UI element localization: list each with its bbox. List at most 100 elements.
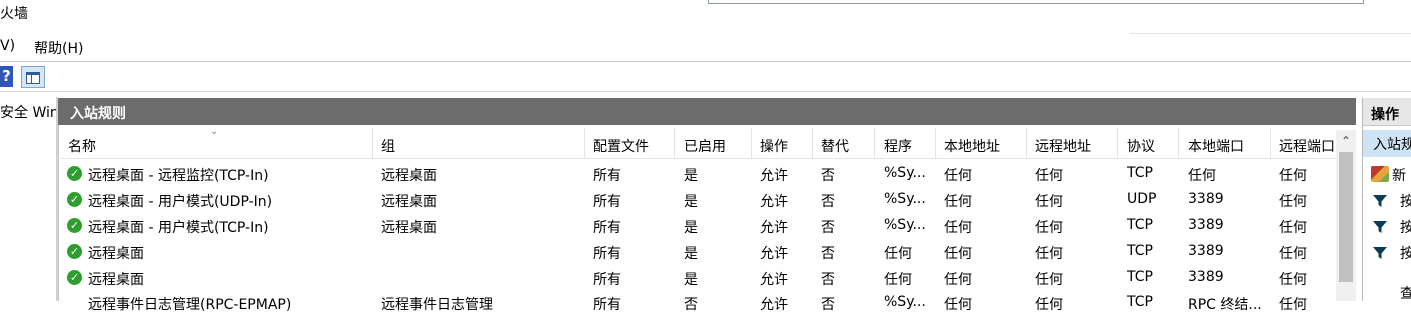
- cell-protocol: TCP: [1127, 294, 1153, 310]
- cell-local-port: 3389: [1188, 269, 1224, 285]
- cell-enabled: 是: [684, 194, 698, 210]
- column-header-program[interactable]: 程序: [884, 136, 912, 156]
- cell-local-port: 3389: [1188, 217, 1224, 233]
- column-header-remote-port[interactable]: 远程端口: [1279, 136, 1336, 156]
- column-header-override[interactable]: 替代: [821, 136, 849, 156]
- cell-group: 远程桌面: [381, 168, 437, 184]
- help-icon[interactable]: ?: [0, 66, 13, 87]
- cell-name[interactable]: 远程事件日志管理(RPC-EPMAP): [88, 294, 291, 314]
- cell-remote-address: 任何: [1035, 220, 1063, 236]
- cell-remote-address: 任何: [1035, 194, 1063, 210]
- cell-local-port: 3389: [1188, 243, 1224, 259]
- actions-section-label[interactable]: 入站规: [1373, 134, 1411, 154]
- column-header-profile[interactable]: 配置文件: [593, 136, 649, 156]
- scrollbar-thumb[interactable]: [1339, 152, 1353, 282]
- cell-enabled: 是: [684, 168, 698, 184]
- column-header-enabled[interactable]: 已启用: [684, 136, 726, 156]
- column-separator[interactable]: [1270, 128, 1271, 159]
- show-hide-console-tree-icon[interactable]: [21, 66, 45, 88]
- cell-name[interactable]: 远程桌面: [88, 269, 144, 289]
- column-header-local-address[interactable]: 本地地址: [944, 136, 1000, 156]
- column-header-local-port[interactable]: 本地端口: [1188, 136, 1244, 156]
- column-separator[interactable]: [751, 128, 752, 159]
- action-new-rule[interactable]: 新: [1392, 165, 1406, 185]
- cell-enabled: 是: [684, 220, 698, 236]
- filter-icon: [1373, 221, 1387, 233]
- search-box[interactable]: [708, 0, 1364, 4]
- menu-view[interactable]: V): [0, 38, 15, 54]
- column-separator[interactable]: [812, 128, 813, 159]
- actions-panel-title: 操作: [1371, 107, 1399, 123]
- cell-action: 允许: [760, 220, 788, 236]
- cell-local-address: 任何: [944, 168, 972, 184]
- cell-action: 允许: [760, 194, 788, 210]
- column-separator[interactable]: [674, 128, 675, 159]
- cell-override: 否: [821, 220, 835, 236]
- column-separator[interactable]: [1117, 128, 1118, 159]
- cell-program: %Sy...: [884, 217, 926, 233]
- cell-local-port: 任何: [1188, 168, 1216, 184]
- cell-name[interactable]: 远程桌面 - 用户模式(UDP-In): [88, 191, 272, 211]
- enabled-check-icon: ✓: [67, 270, 82, 285]
- action-filter-by-group[interactable]: 按: [1400, 243, 1411, 263]
- cell-local-address: 任何: [944, 194, 972, 210]
- menu-help[interactable]: 帮助(H): [34, 38, 83, 58]
- cell-protocol: TCP: [1127, 217, 1153, 233]
- tree-node-firewall-root[interactable]: 安全 Win: [0, 102, 59, 122]
- cell-program: %Sy...: [884, 294, 926, 310]
- cell-group: 远程事件日志管理: [381, 297, 493, 313]
- main-panel-title: 入站规则: [70, 106, 126, 122]
- cell-override: 否: [821, 272, 835, 288]
- cell-enabled: 是: [684, 246, 698, 262]
- cell-remote-port: 任何: [1279, 194, 1307, 210]
- cell-override: 否: [821, 297, 835, 313]
- action-filter-by-state[interactable]: 按: [1400, 217, 1411, 237]
- action-filter-by-profile[interactable]: 按: [1400, 191, 1411, 211]
- scroll-up-arrow-icon[interactable]: ⌃: [1336, 130, 1356, 152]
- enabled-check-icon: ✓: [67, 244, 82, 259]
- cell-override: 否: [821, 168, 835, 184]
- column-header-action[interactable]: 操作: [760, 136, 788, 156]
- window-title: 火墙: [0, 6, 28, 22]
- cell-program: 任何: [884, 272, 912, 288]
- cell-group: 远程桌面: [381, 194, 437, 210]
- filter-icon: [1373, 195, 1387, 207]
- cell-name[interactable]: 远程桌面: [88, 243, 144, 263]
- column-header-group[interactable]: 组: [381, 136, 395, 156]
- cell-action: 允许: [760, 246, 788, 262]
- column-header-protocol[interactable]: 协议: [1127, 136, 1155, 156]
- cell-profile: 所有: [593, 297, 621, 313]
- action-view[interactable]: 查: [1400, 283, 1411, 303]
- column-header-remote-address[interactable]: 远程地址: [1035, 136, 1091, 156]
- cell-protocol: TCP: [1127, 165, 1153, 181]
- enabled-check-icon: ✓: [67, 218, 82, 233]
- column-separator[interactable]: [584, 128, 585, 159]
- header-divider: [58, 158, 1336, 159]
- filter-icon: [1373, 247, 1387, 259]
- cell-profile: 所有: [593, 194, 621, 210]
- cell-remote-port: 任何: [1279, 220, 1307, 236]
- sort-indicator-icon: ⌄: [210, 126, 219, 137]
- column-separator[interactable]: [1026, 128, 1027, 159]
- column-separator[interactable]: [372, 128, 373, 159]
- cell-remote-address: 任何: [1035, 272, 1063, 288]
- cell-profile: 所有: [593, 220, 621, 236]
- cell-remote-address: 任何: [1035, 168, 1063, 184]
- cell-name[interactable]: 远程桌面 - 远程监控(TCP-In): [88, 165, 269, 185]
- cell-remote-port: 任何: [1279, 272, 1307, 288]
- new-rule-wizard-icon: [1371, 166, 1389, 182]
- cell-remote-address: 任何: [1035, 297, 1063, 313]
- main-panel-header: [58, 98, 1356, 125]
- cell-remote-address: 任何: [1035, 246, 1063, 262]
- cell-local-address: 任何: [944, 220, 972, 236]
- cell-protocol: TCP: [1127, 243, 1153, 259]
- cell-group: 远程桌面: [381, 220, 437, 236]
- column-header-name[interactable]: 名称: [68, 136, 96, 156]
- column-separator[interactable]: [1178, 128, 1179, 159]
- column-separator[interactable]: [935, 128, 936, 159]
- column-separator[interactable]: [874, 128, 875, 159]
- cell-local-address: 任何: [944, 297, 972, 313]
- cell-name[interactable]: 远程桌面 - 用户模式(TCP-In): [88, 217, 269, 237]
- cell-remote-port: 任何: [1279, 168, 1307, 184]
- menu-divider: [1130, 33, 1411, 34]
